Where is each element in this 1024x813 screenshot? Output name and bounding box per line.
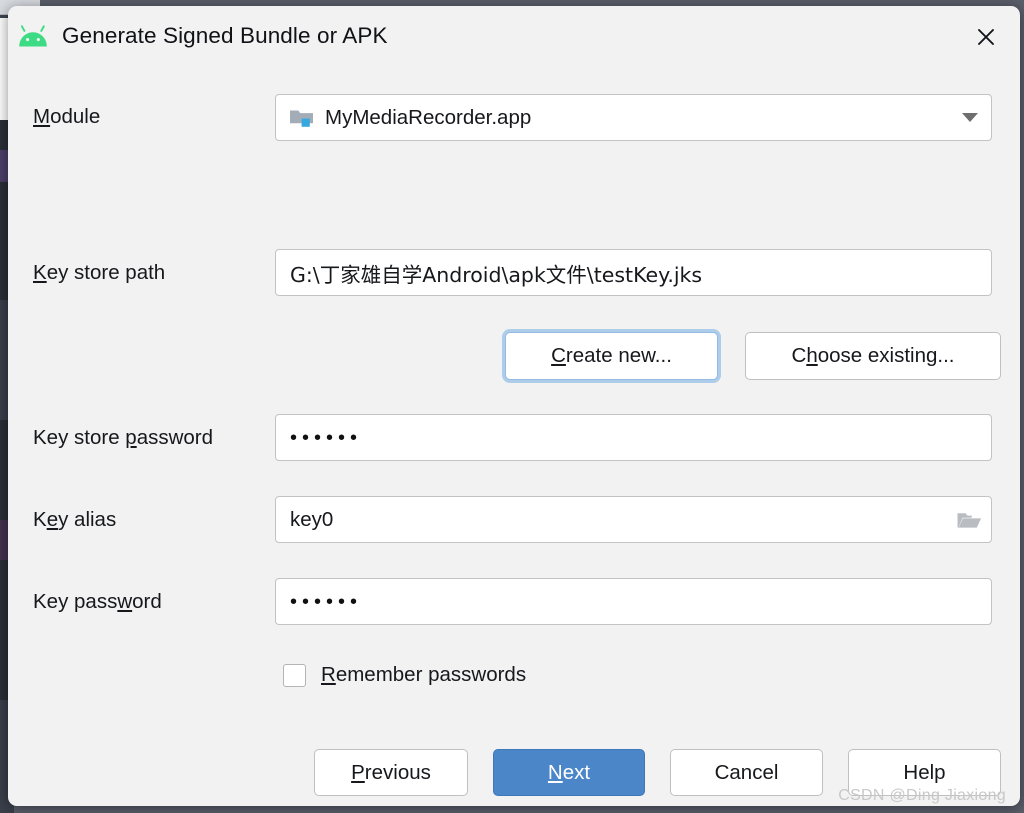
keystore-path-label: Key store path bbox=[33, 261, 165, 285]
close-button[interactable] bbox=[966, 18, 1006, 56]
remember-passwords-label-rest: emember passwords bbox=[335, 663, 527, 686]
previous-mnemonic: P bbox=[351, 760, 365, 784]
next-mnemonic: N bbox=[547, 760, 563, 784]
key-alias-label-mnemonic: e bbox=[46, 508, 59, 531]
key-alias-label: Key alias bbox=[33, 508, 116, 532]
next-label: ext bbox=[562, 760, 591, 784]
key-alias-input[interactable]: key0 bbox=[275, 496, 992, 543]
key-alias-label-b: y alias bbox=[58, 508, 117, 531]
keystore-path-input[interactable]: G:\丁家雄自学Android\apk文件\testKey.jks bbox=[275, 249, 992, 296]
keystore-password-input[interactable]: •••••• bbox=[275, 414, 992, 461]
key-password-value: •••••• bbox=[290, 590, 363, 613]
choose-existing-prefix: C bbox=[791, 344, 807, 367]
keystore-password-label: Key store password bbox=[33, 426, 213, 450]
page-title: Generate Signed Bundle or APK bbox=[62, 23, 388, 48]
previous-label: revious bbox=[364, 760, 431, 784]
keystore-path-label-mnemonic: K bbox=[33, 261, 47, 284]
module-folder-icon bbox=[289, 107, 315, 129]
watermark: CSDN @Ding Jiaxiong bbox=[838, 787, 1006, 804]
generate-signed-bundle-dialog: Generate Signed Bundle or APK Module MyM… bbox=[8, 6, 1020, 806]
keystore-path-value: G:\丁家雄自学Android\apk文件\testKey.jks bbox=[290, 262, 703, 287]
close-icon bbox=[978, 29, 994, 45]
next-button[interactable]: Next bbox=[493, 749, 645, 796]
key-alias-label-a: K bbox=[33, 508, 47, 531]
chevron-down-icon[interactable] bbox=[949, 95, 991, 140]
key-alias-value: key0 bbox=[290, 507, 334, 531]
choose-existing-button[interactable]: Ch oose existing... bbox=[745, 332, 1001, 380]
key-password-label-a: Key pass bbox=[33, 590, 118, 613]
folder-open-icon[interactable] bbox=[947, 497, 991, 542]
dialog-titlebar: Generate Signed Bundle or APK bbox=[8, 6, 1020, 68]
remember-passwords-checkbox[interactable] bbox=[283, 663, 306, 687]
keystore-password-value: •••••• bbox=[290, 426, 363, 449]
keystore-password-label-a: Key store bbox=[33, 426, 126, 449]
module-combobox[interactable]: MyMediaRecorder.app bbox=[275, 94, 992, 141]
create-new-label: reate new... bbox=[565, 344, 672, 367]
create-new-button[interactable]: Create new... bbox=[505, 332, 718, 380]
choose-existing-mnemonic: h bbox=[806, 344, 818, 367]
previous-button[interactable]: Previous bbox=[314, 749, 468, 796]
key-password-label-mnemonic: w bbox=[117, 590, 133, 613]
keystore-password-label-mnemonic: p bbox=[125, 426, 137, 449]
remember-passwords-mnemonic: R bbox=[321, 663, 336, 686]
module-label-rest: odule bbox=[50, 105, 101, 128]
module-label: Module bbox=[33, 105, 100, 129]
remember-passwords-checkbox-row[interactable]: Remember passwords bbox=[283, 663, 526, 687]
key-password-input[interactable]: •••••• bbox=[275, 578, 992, 625]
keystore-path-label-rest: ey store path bbox=[46, 261, 166, 284]
module-value: MyMediaRecorder.app bbox=[325, 105, 532, 129]
android-robot-icon bbox=[17, 24, 49, 50]
choose-existing-label: oose existing... bbox=[817, 344, 955, 367]
cancel-button[interactable]: Cancel bbox=[670, 749, 823, 796]
key-password-label-b: ord bbox=[132, 590, 162, 613]
key-password-label: Key password bbox=[33, 590, 162, 614]
module-label-mnemonic: M bbox=[33, 105, 51, 128]
remember-passwords-label: Remember passwords bbox=[321, 663, 526, 687]
keystore-password-label-b: assword bbox=[136, 426, 214, 449]
create-new-mnemonic: C bbox=[551, 344, 566, 367]
